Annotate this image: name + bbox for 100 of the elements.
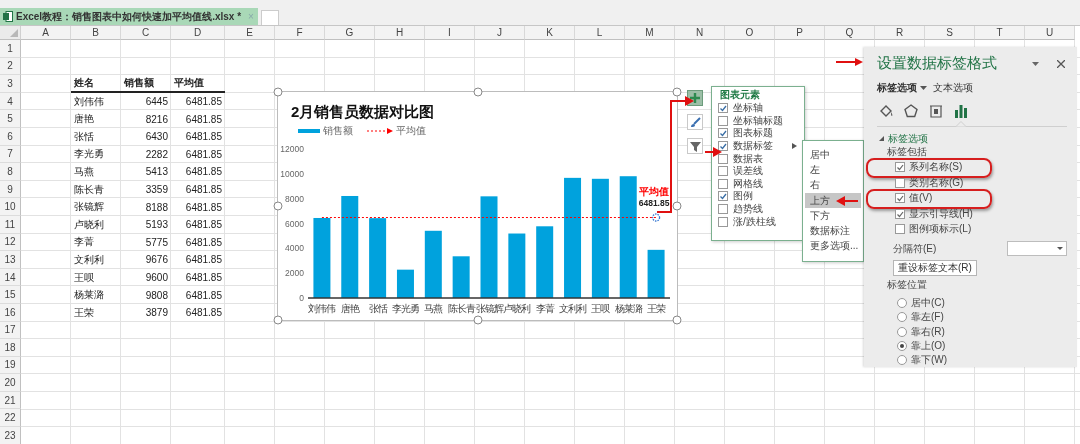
checkbox[interactable] [895, 177, 905, 188]
column-header[interactable]: H [375, 26, 425, 40]
header-cell[interactable]: 平均值 [171, 75, 225, 93]
dropdown-caret-icon[interactable] [1032, 61, 1039, 66]
radio-label[interactable]: 居中(C) [911, 296, 945, 311]
table-cell[interactable]: 5193 [121, 215, 171, 234]
section-title[interactable]: 标签选项 [888, 131, 928, 146]
column-header[interactable]: P [775, 26, 825, 40]
row-header[interactable]: 20 [0, 374, 21, 392]
selected-point-marker[interactable] [651, 213, 661, 222]
checkbox-label[interactable]: 显示引导线(H) [909, 206, 973, 221]
row-header[interactable]: 22 [0, 409, 21, 428]
table-cell[interactable]: 卢晓利 [71, 215, 121, 234]
table-cell[interactable]: 5775 [121, 233, 171, 252]
column-header[interactable]: C [121, 26, 171, 40]
column-header[interactable]: B [71, 26, 121, 40]
column-header[interactable]: A [21, 26, 71, 40]
checkbox[interactable] [718, 204, 728, 215]
table-cell[interactable]: 8188 [121, 198, 171, 216]
checkbox[interactable] [718, 166, 728, 177]
table-cell[interactable]: 李光勇 [71, 145, 121, 164]
resize-handle[interactable] [273, 201, 283, 211]
submenu-item[interactable]: 左 [805, 162, 861, 178]
table-cell[interactable]: 6481.85 [171, 92, 225, 111]
table-cell[interactable]: 6445 [121, 92, 171, 111]
checkbox[interactable] [895, 224, 905, 235]
submenu-item[interactable]: 上方 [805, 192, 861, 208]
chart-styles-button[interactable] [687, 114, 703, 130]
table-cell[interactable]: 杨莱潞 [71, 286, 121, 304]
table-cell[interactable]: 5413 [121, 163, 171, 181]
caret-icon[interactable] [920, 86, 927, 91]
menu-item[interactable]: 涨/跌柱线 [733, 214, 776, 229]
submenu-item[interactable]: 下方 [805, 207, 861, 223]
resize-handle[interactable] [672, 201, 682, 211]
column-header[interactable]: Q [825, 26, 875, 40]
column-header[interactable]: F [275, 26, 325, 40]
checkbox[interactable] [895, 193, 905, 204]
column-header[interactable]: T [975, 26, 1025, 40]
header-cell[interactable]: 姓名 [71, 75, 121, 93]
table-cell[interactable]: 9676 [121, 251, 171, 269]
radio-button[interactable] [897, 354, 907, 365]
row-header[interactable]: 5 [0, 110, 21, 128]
radio-button[interactable] [897, 312, 907, 323]
checkbox-label[interactable]: 类别名称(G) [909, 175, 964, 190]
table-cell[interactable]: 马燕 [71, 163, 121, 181]
submenu-item[interactable]: 居中 [805, 147, 861, 163]
row-header[interactable]: 8 [0, 163, 21, 181]
pentagon-icon[interactable] [903, 102, 919, 119]
panel-tab[interactable]: 文本选项 [933, 81, 973, 96]
table-cell[interactable]: 2282 [121, 145, 171, 164]
table-cell[interactable]: 6481.85 [171, 233, 225, 252]
radio-button[interactable] [897, 326, 907, 337]
radio-label[interactable]: 靠右(R) [911, 324, 945, 339]
menu-item[interactable]: 图例 [733, 189, 753, 204]
submenu-item[interactable]: 数据标注 [805, 222, 861, 239]
table-cell[interactable]: 6481.85 [171, 251, 225, 269]
radio-label[interactable]: 靠左(F) [911, 310, 944, 325]
column-header[interactable]: M [625, 26, 675, 40]
menu-item[interactable]: 图表标题 [733, 126, 773, 141]
menu-item[interactable]: 误差线 [733, 164, 763, 179]
column-header[interactable]: E [225, 26, 275, 40]
table-cell[interactable]: 6481.85 [171, 127, 225, 146]
close-icon[interactable] [1057, 59, 1065, 68]
menu-item[interactable]: 坐标轴标题 [733, 113, 783, 128]
radio-label[interactable]: 靠上(O) [911, 338, 946, 353]
resize-handle[interactable] [473, 87, 482, 97]
checkbox-label[interactable]: 图例项标示(L) [909, 222, 972, 237]
column-header[interactable]: L [575, 26, 625, 40]
collapse-triangle-icon[interactable] [879, 136, 884, 142]
column-header[interactable]: I [425, 26, 475, 40]
column-header[interactable]: G [325, 26, 375, 40]
table-cell[interactable]: 6481.85 [171, 286, 225, 304]
checkbox-label[interactable]: 系列名称(S) [909, 160, 963, 175]
column-header[interactable]: D [171, 26, 225, 40]
table-cell[interactable]: 刘伟伟 [71, 92, 121, 111]
table-cell[interactable]: 文利利 [71, 251, 121, 269]
menu-item[interactable]: 趋势线 [733, 202, 763, 217]
table-cell[interactable]: 张恬 [71, 127, 121, 146]
resize-handle[interactable] [672, 315, 682, 325]
row-header[interactable]: 10 [0, 198, 21, 216]
submenu-item[interactable]: 右 [805, 177, 861, 193]
row-header[interactable]: 1 [0, 40, 21, 58]
resize-handle[interactable] [672, 87, 682, 97]
table-cell[interactable]: 陈长青 [71, 180, 121, 199]
checkbox[interactable] [895, 162, 905, 173]
table-cell[interactable]: 8216 [121, 110, 171, 128]
column-header[interactable]: S [925, 26, 975, 40]
table-cell[interactable]: 3879 [121, 303, 171, 322]
column-header[interactable]: R [875, 26, 925, 40]
row-header[interactable]: 15 [0, 286, 21, 304]
table-cell[interactable]: 李菁 [71, 233, 121, 252]
row-header[interactable]: 23 [0, 427, 21, 444]
table-cell[interactable]: 6481.85 [171, 145, 225, 164]
column-header[interactable]: J [475, 26, 525, 40]
column-header[interactable]: U [1025, 26, 1075, 40]
checkbox[interactable] [718, 103, 728, 114]
table-cell[interactable]: 王呗 [71, 268, 121, 287]
table-cell[interactable]: 6481.85 [171, 110, 225, 128]
column-header[interactable]: N [675, 26, 725, 40]
table-cell[interactable]: 6481.85 [171, 268, 225, 287]
